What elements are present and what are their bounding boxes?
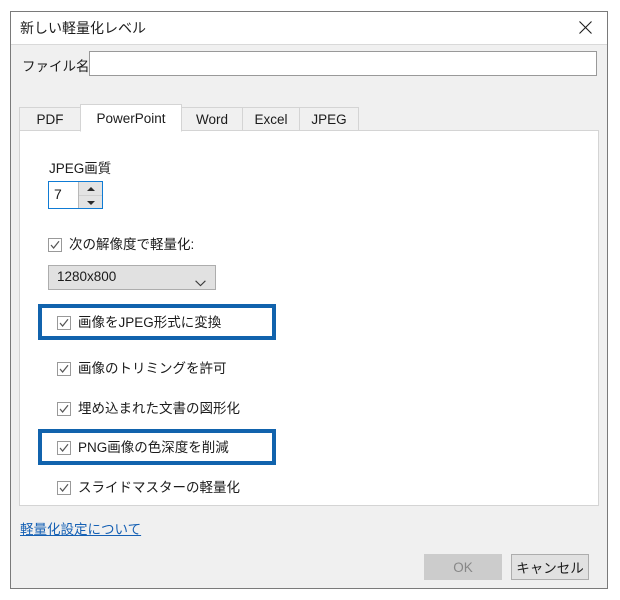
tab-label: JPEG	[311, 112, 347, 127]
checkmark-icon	[57, 481, 71, 495]
checkbox-convert-images-to-jpeg[interactable]: 画像をJPEG形式に変換	[57, 313, 221, 333]
checkbox-label: 次の解像度で軽量化:	[69, 237, 195, 252]
checkbox-label: PNG画像の色深度を削減	[78, 440, 229, 455]
checkbox-allow-image-cropping[interactable]: 画像のトリミングを許可	[57, 359, 227, 379]
jpeg-quality-label: JPEG画質	[49, 161, 112, 176]
ok-button[interactable]: OK	[424, 554, 502, 580]
tab-label: PDF	[36, 112, 64, 127]
resolution-selected-value: 1280x800	[57, 269, 117, 284]
checkmark-icon	[57, 316, 71, 330]
checkmark-icon	[57, 402, 71, 416]
tab-pdf[interactable]: PDF	[19, 107, 81, 131]
tab-content-panel: JPEG画質 7 次の解像度で軽量化: 1280x800 画像をJPEG形式に変…	[19, 130, 599, 506]
checkbox-optimize-slide-master[interactable]: スライドマスターの軽量化	[57, 478, 240, 498]
tab-excel[interactable]: Excel	[242, 107, 300, 131]
title-bar: 新しい軽量化レベル	[11, 12, 607, 45]
arrow-up-icon[interactable]	[79, 182, 102, 196]
filename-input[interactable]	[89, 51, 597, 76]
ok-button-label: OK	[453, 559, 473, 575]
tab-powerpoint[interactable]: PowerPoint	[80, 104, 182, 132]
tab-word[interactable]: Word	[181, 107, 243, 131]
cancel-button-label: キャンセル	[516, 561, 584, 576]
dialog-title: 新しい軽量化レベル	[20, 20, 146, 36]
checkmark-icon	[57, 362, 71, 376]
cancel-button[interactable]: キャンセル	[511, 554, 589, 580]
resolution-dropdown[interactable]: 1280x800	[48, 265, 216, 290]
checkbox-resize-to-resolution[interactable]: 次の解像度で軽量化:	[48, 235, 194, 255]
jpeg-quality-stepper[interactable]: 7	[48, 181, 103, 209]
arrow-down-icon[interactable]	[79, 196, 102, 209]
checkbox-reduce-png-color-depth[interactable]: PNG画像の色深度を削減	[57, 438, 229, 458]
tab-label: Excel	[254, 112, 288, 127]
jpeg-quality-value: 7	[54, 186, 62, 202]
checkbox-embedded-document-to-shape[interactable]: 埋め込まれた文書の図形化	[57, 399, 240, 419]
close-icon[interactable]	[563, 12, 607, 43]
tab-jpeg[interactable]: JPEG	[299, 107, 359, 131]
checkbox-label: 画像をJPEG形式に変換	[78, 315, 222, 330]
checkmark-icon	[57, 441, 71, 455]
dialog-window: 新しい軽量化レベル ファイル名: PDF PowerPoint Word Exc…	[10, 11, 608, 589]
checkbox-label: 埋め込まれた文書の図形化	[78, 401, 240, 416]
checkbox-label: 画像のトリミングを許可	[78, 361, 227, 376]
filename-row: ファイル名:	[11, 45, 607, 83]
stepper-buttons	[78, 182, 102, 208]
tab-strip: PDF PowerPoint Word Excel JPEG	[19, 104, 599, 132]
checkmark-icon	[48, 238, 62, 252]
help-link[interactable]: 軽量化設定について	[20, 518, 141, 538]
chevron-down-icon	[195, 274, 206, 292]
tab-label: Word	[195, 112, 228, 127]
tab-label: PowerPoint	[96, 110, 166, 126]
filename-label: ファイル名:	[22, 59, 94, 74]
checkbox-label: スライドマスターの軽量化	[78, 480, 240, 495]
